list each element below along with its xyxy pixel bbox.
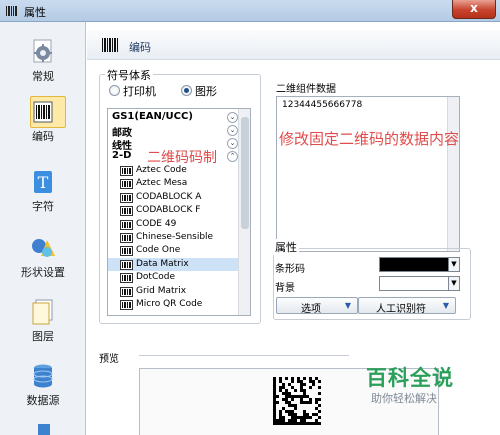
barcode-item-icon bbox=[120, 192, 133, 203]
left-nav: 常规 编码 T 字符 形状设置 图层 数据源 bbox=[0, 22, 86, 435]
bar-color-dropdown[interactable]: ▼ bbox=[448, 257, 460, 272]
window-title: 属性 bbox=[24, 6, 46, 19]
symbology-list[interactable]: GS1(EAN/UCC) ⌄ 邮政 ⌄ 线性 ⌄ 2-D ⌃ Aztec Cod… bbox=[107, 108, 251, 316]
content-panel: 编码 符号体系 打印机 图形 GS1(EAN/UCC) ⌄ 邮政 ⌄ 线性 ⌄ … bbox=[87, 22, 500, 435]
list-item[interactable]: Micro QR Code bbox=[108, 298, 240, 311]
list-item[interactable]: Data Matrix bbox=[108, 257, 240, 272]
properties-group-label: 属性 bbox=[273, 239, 299, 255]
symbology-group-label: 符号体系 bbox=[105, 67, 153, 83]
data-value[interactable]: 12344455666778 bbox=[282, 100, 362, 110]
database-icon bbox=[33, 364, 53, 388]
list-item[interactable]: CODABLOCK F bbox=[108, 204, 240, 217]
more-icon bbox=[38, 424, 50, 435]
nav-label: 字符 bbox=[32, 200, 54, 213]
dropdown-arrow-icon: ▼ bbox=[344, 301, 351, 310]
radio-graphic-label[interactable]: 图形 bbox=[195, 83, 217, 99]
gear-icon bbox=[33, 39, 52, 63]
barcode-app-icon bbox=[6, 6, 17, 16]
nav-item-shape-settings[interactable]: 形状设置 bbox=[0, 232, 86, 288]
preview-divider bbox=[139, 355, 349, 356]
nav-item-text[interactable]: T 字符 bbox=[0, 166, 86, 222]
nav-label: 图层 bbox=[32, 330, 54, 343]
datamatrix-preview bbox=[273, 377, 321, 425]
barcode-item-icon bbox=[120, 286, 133, 297]
preview-label: 预览 bbox=[99, 354, 119, 365]
scrollbar-thumb[interactable] bbox=[241, 117, 249, 229]
watermark-subtitle: 助你轻松解决 bbox=[371, 392, 437, 405]
nav-item-general[interactable]: 常规 bbox=[0, 36, 86, 92]
text-icon: T bbox=[34, 171, 52, 193]
data-field-label: 二维组件数据 bbox=[276, 84, 336, 95]
page-title: 编码 bbox=[129, 41, 151, 54]
list-scrollbar[interactable] bbox=[238, 109, 250, 315]
list-item[interactable]: DotCode bbox=[108, 271, 240, 284]
list-category[interactable]: GS1(EAN/UCC) ⌄ bbox=[108, 111, 240, 124]
chevron-up-icon[interactable]: ⌃ bbox=[227, 151, 238, 162]
nav-label: 常规 bbox=[32, 70, 54, 83]
section-header: 编码 bbox=[87, 30, 500, 60]
background-label: 背景 bbox=[275, 283, 295, 294]
radio-graphic[interactable] bbox=[181, 85, 192, 96]
background-color-dropdown[interactable]: ▼ bbox=[448, 276, 460, 291]
bar-color-swatch[interactable] bbox=[379, 257, 449, 272]
barcode-icon bbox=[33, 101, 53, 123]
nav-item-encoding[interactable]: 编码 bbox=[0, 96, 86, 152]
nav-label: 形状设置 bbox=[21, 266, 65, 279]
chevron-down-icon[interactable]: ⌄ bbox=[227, 112, 238, 123]
annotation-symbology: 二维码码制 bbox=[147, 150, 217, 166]
dropdown-arrow-icon: ▼ bbox=[442, 301, 449, 310]
barcode-item-icon bbox=[120, 300, 133, 310]
shapes-icon bbox=[32, 239, 55, 257]
barcode-item-icon bbox=[120, 206, 133, 217]
textarea-scrollbar[interactable] bbox=[447, 97, 459, 251]
list-item[interactable]: Chinese-Sensible bbox=[108, 231, 240, 244]
watermark-title: 百科全说 bbox=[366, 366, 454, 390]
close-button[interactable]: x bbox=[452, 0, 496, 19]
barcode-icon bbox=[102, 38, 118, 52]
list-item[interactable]: CODABLOCK A bbox=[108, 191, 240, 204]
list-category[interactable]: 邮政 ⌄ bbox=[108, 124, 240, 139]
list-item[interactable]: Grid Matrix bbox=[108, 285, 240, 298]
nav-item-data-source[interactable]: 数据源 bbox=[0, 360, 86, 416]
background-color-swatch[interactable] bbox=[379, 276, 449, 291]
bar-color-label: 条形码 bbox=[275, 264, 305, 275]
nav-item-layer[interactable]: 图层 bbox=[0, 296, 86, 352]
annotation-data: 修改固定二维码的数据内容 bbox=[279, 130, 460, 148]
barcode-item-icon bbox=[120, 233, 133, 243]
barcode-item-icon bbox=[120, 166, 133, 176]
list-item[interactable]: Code One bbox=[108, 244, 240, 257]
nav-label: 数据源 bbox=[26, 394, 60, 407]
layer-icon bbox=[32, 299, 53, 325]
title-bar: 属性 x bbox=[0, 0, 500, 22]
radio-printer[interactable] bbox=[109, 85, 120, 96]
barcode-item-icon bbox=[120, 219, 133, 230]
svg-text:T: T bbox=[38, 173, 49, 192]
barcode-item-icon bbox=[120, 259, 133, 270]
chevron-down-icon[interactable]: ⌄ bbox=[227, 125, 238, 136]
nav-label: 编码 bbox=[32, 130, 54, 143]
chevron-down-icon[interactable]: ⌄ bbox=[227, 138, 238, 149]
list-item[interactable]: Aztec Mesa bbox=[108, 177, 240, 190]
barcode-item-icon bbox=[120, 179, 133, 190]
radio-printer-label[interactable]: 打印机 bbox=[123, 83, 156, 99]
data-textarea[interactable]: 12344455666778 bbox=[276, 96, 460, 252]
barcode-item-icon bbox=[120, 246, 133, 257]
hri-button[interactable]: 人工识别符 ▼ bbox=[358, 297, 456, 315]
barcode-item-icon bbox=[120, 273, 133, 284]
options-button[interactable]: 选项 ▼ bbox=[276, 297, 358, 315]
list-item[interactable]: CODE 49 bbox=[108, 218, 240, 231]
